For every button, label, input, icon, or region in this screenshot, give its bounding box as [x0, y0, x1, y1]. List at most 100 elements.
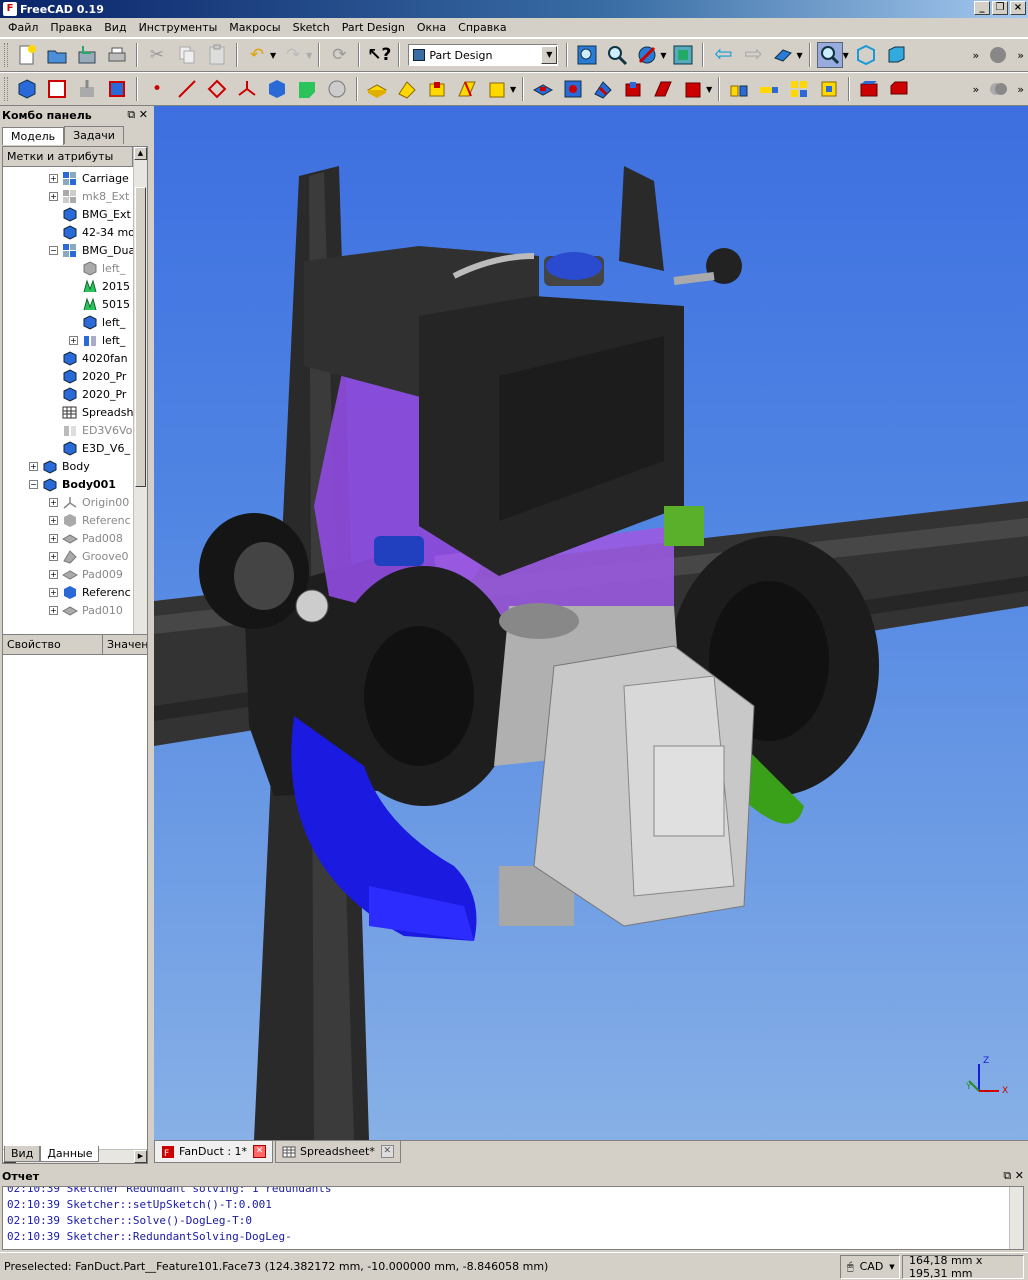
property-column-header[interactable]: Свойство [3, 635, 103, 654]
pocket-icon[interactable] [530, 76, 556, 102]
linear-pattern-icon[interactable] [756, 76, 782, 102]
close-tab-icon[interactable]: ✕ [380, 1145, 394, 1158]
front-view-icon[interactable] [883, 42, 909, 68]
chevron-down-icon[interactable]: ▼ [843, 51, 849, 60]
expand-icon[interactable]: + [49, 533, 58, 543]
import-icon[interactable] [74, 76, 100, 102]
property-view[interactable]: Свойство Значен ◀ ▶ [2, 634, 148, 1164]
undo-icon[interactable]: ↶ [244, 42, 270, 68]
zoom-icon[interactable] [816, 42, 843, 68]
datum-plane-icon[interactable] [204, 76, 230, 102]
shape-binder-icon[interactable] [104, 76, 130, 102]
create-body-icon[interactable] [14, 76, 40, 102]
tree-item[interactable]: + Body [29, 457, 147, 475]
subtractive-box-icon[interactable] [680, 76, 706, 102]
additive-box-icon[interactable] [484, 76, 510, 102]
expand-icon[interactable]: + [69, 335, 78, 345]
chevron-down-icon[interactable]: ▼ [270, 51, 276, 60]
polar-pattern-icon[interactable] [786, 76, 812, 102]
menu-sketch[interactable]: Sketch [287, 21, 336, 34]
chevron-down-icon[interactable]: ▼ [541, 46, 558, 64]
paste-icon[interactable] [204, 42, 230, 68]
local-coordinate-icon[interactable] [234, 76, 260, 102]
toolbar-grip[interactable] [4, 43, 8, 67]
sphere-icon[interactable] [985, 42, 1011, 68]
pad-icon[interactable] [364, 76, 390, 102]
3d-model-render[interactable] [154, 106, 1028, 1140]
chevron-down-icon[interactable]: ▼ [796, 51, 802, 60]
minimize-button[interactable]: _ [974, 1, 990, 15]
shape-binder-blue-icon[interactable] [264, 76, 290, 102]
menu-part-design[interactable]: Part Design [336, 21, 411, 34]
close-button[interactable]: × [1010, 1, 1026, 15]
refresh-icon[interactable]: ⟳ [326, 42, 352, 68]
expand-icon[interactable]: + [49, 587, 58, 597]
additive-pipe-icon[interactable] [454, 76, 480, 102]
panel-float-close-buttons[interactable]: ⧉ ✕ [1003, 1169, 1024, 1183]
tab-data[interactable]: Данные [40, 1146, 100, 1162]
navigation-style-selector[interactable]: 🖱 CAD ▼ [840, 1254, 900, 1279]
bounding-box-icon[interactable] [670, 42, 696, 68]
collapse-icon[interactable]: − [29, 479, 38, 489]
menu-macro[interactable]: Макросы [223, 21, 286, 34]
report-scrollbar[interactable] [1009, 1187, 1023, 1249]
toolbar-overflow-button[interactable]: » [1017, 83, 1024, 96]
tree-item[interactable]: − Body001 [29, 475, 147, 493]
tab-view[interactable]: Вид [4, 1146, 41, 1162]
collapse-icon[interactable]: − [49, 245, 58, 255]
fit-selection-icon[interactable] [604, 42, 630, 68]
menu-edit[interactable]: Правка [44, 21, 98, 34]
save-icon[interactable] [74, 42, 100, 68]
menu-windows[interactable]: Окна [411, 21, 452, 34]
new-document-icon[interactable] [14, 42, 40, 68]
restore-button[interactable]: ❐ [992, 1, 1008, 15]
close-tab-icon[interactable]: ✕ [253, 1145, 267, 1158]
tab-spreadsheet[interactable]: Spreadsheet* ✕ [275, 1141, 401, 1163]
isometric-view-icon[interactable] [853, 42, 879, 68]
panel-float-close-buttons[interactable]: ⧉ ✕ [127, 108, 148, 122]
boolean-icon[interactable] [985, 76, 1011, 102]
additive-loft-icon[interactable] [424, 76, 450, 102]
toolbar-grip[interactable] [4, 77, 8, 101]
create-sketch-icon[interactable] [44, 76, 70, 102]
report-log[interactable]: 02:10:39 Sketcher Redundant solving: 1 r… [2, 1186, 1024, 1250]
expand-icon[interactable]: + [49, 551, 58, 561]
model-tree[interactable]: Метки и атрибуты + Carriage + mk8_Ext BMG_Ex… [2, 146, 148, 716]
toolbar-overflow-button[interactable]: » [973, 83, 980, 96]
sub-shape-binder-icon[interactable] [294, 76, 320, 102]
tree-column-header[interactable]: Метки и атрибуты [3, 147, 133, 167]
redo-icon[interactable]: ↷ [280, 42, 306, 68]
toolbar-overflow-button[interactable]: » [973, 49, 980, 62]
workbench-selector[interactable]: Part Design ▼ [408, 44, 559, 66]
fillet-icon[interactable] [856, 76, 882, 102]
revolution-icon[interactable] [394, 76, 420, 102]
groove-icon[interactable] [590, 76, 616, 102]
chamfer-icon[interactable] [886, 76, 912, 102]
print-icon[interactable] [104, 42, 130, 68]
expand-icon[interactable]: + [49, 569, 58, 579]
expand-icon[interactable]: + [49, 515, 58, 525]
sync-view-icon[interactable] [770, 42, 796, 68]
chevron-down-icon[interactable]: ▼ [706, 85, 712, 94]
subtractive-loft-icon[interactable] [620, 76, 646, 102]
menu-view[interactable]: Вид [98, 21, 132, 34]
chevron-down-icon[interactable]: ▼ [306, 51, 312, 60]
value-column-header[interactable]: Значен [103, 635, 147, 654]
chevron-down-icon[interactable]: ▼ [660, 51, 666, 60]
tab-tasks[interactable]: Задачи [64, 126, 124, 144]
copy-icon[interactable] [174, 42, 200, 68]
expand-icon[interactable]: + [49, 191, 58, 201]
clone-icon[interactable] [324, 76, 350, 102]
whats-this-icon[interactable]: ↖? [366, 42, 392, 68]
forward-arrow-icon[interactable]: ⇨ [740, 42, 766, 68]
tab-model[interactable]: Модель [2, 127, 65, 145]
scroll-up-icon[interactable]: ▲ [134, 147, 147, 160]
expand-icon[interactable]: + [49, 497, 58, 507]
draw-style-icon[interactable] [634, 42, 660, 68]
3d-viewport[interactable]: Z X Y [154, 106, 1028, 1140]
menu-file[interactable]: Файл [2, 21, 44, 34]
menu-help[interactable]: Справка [452, 21, 512, 34]
multi-transform-icon[interactable] [816, 76, 842, 102]
back-arrow-icon[interactable]: ⇦ [710, 42, 736, 68]
tab-fanduct[interactable]: F FanDuct : 1* ✕ [154, 1141, 274, 1163]
